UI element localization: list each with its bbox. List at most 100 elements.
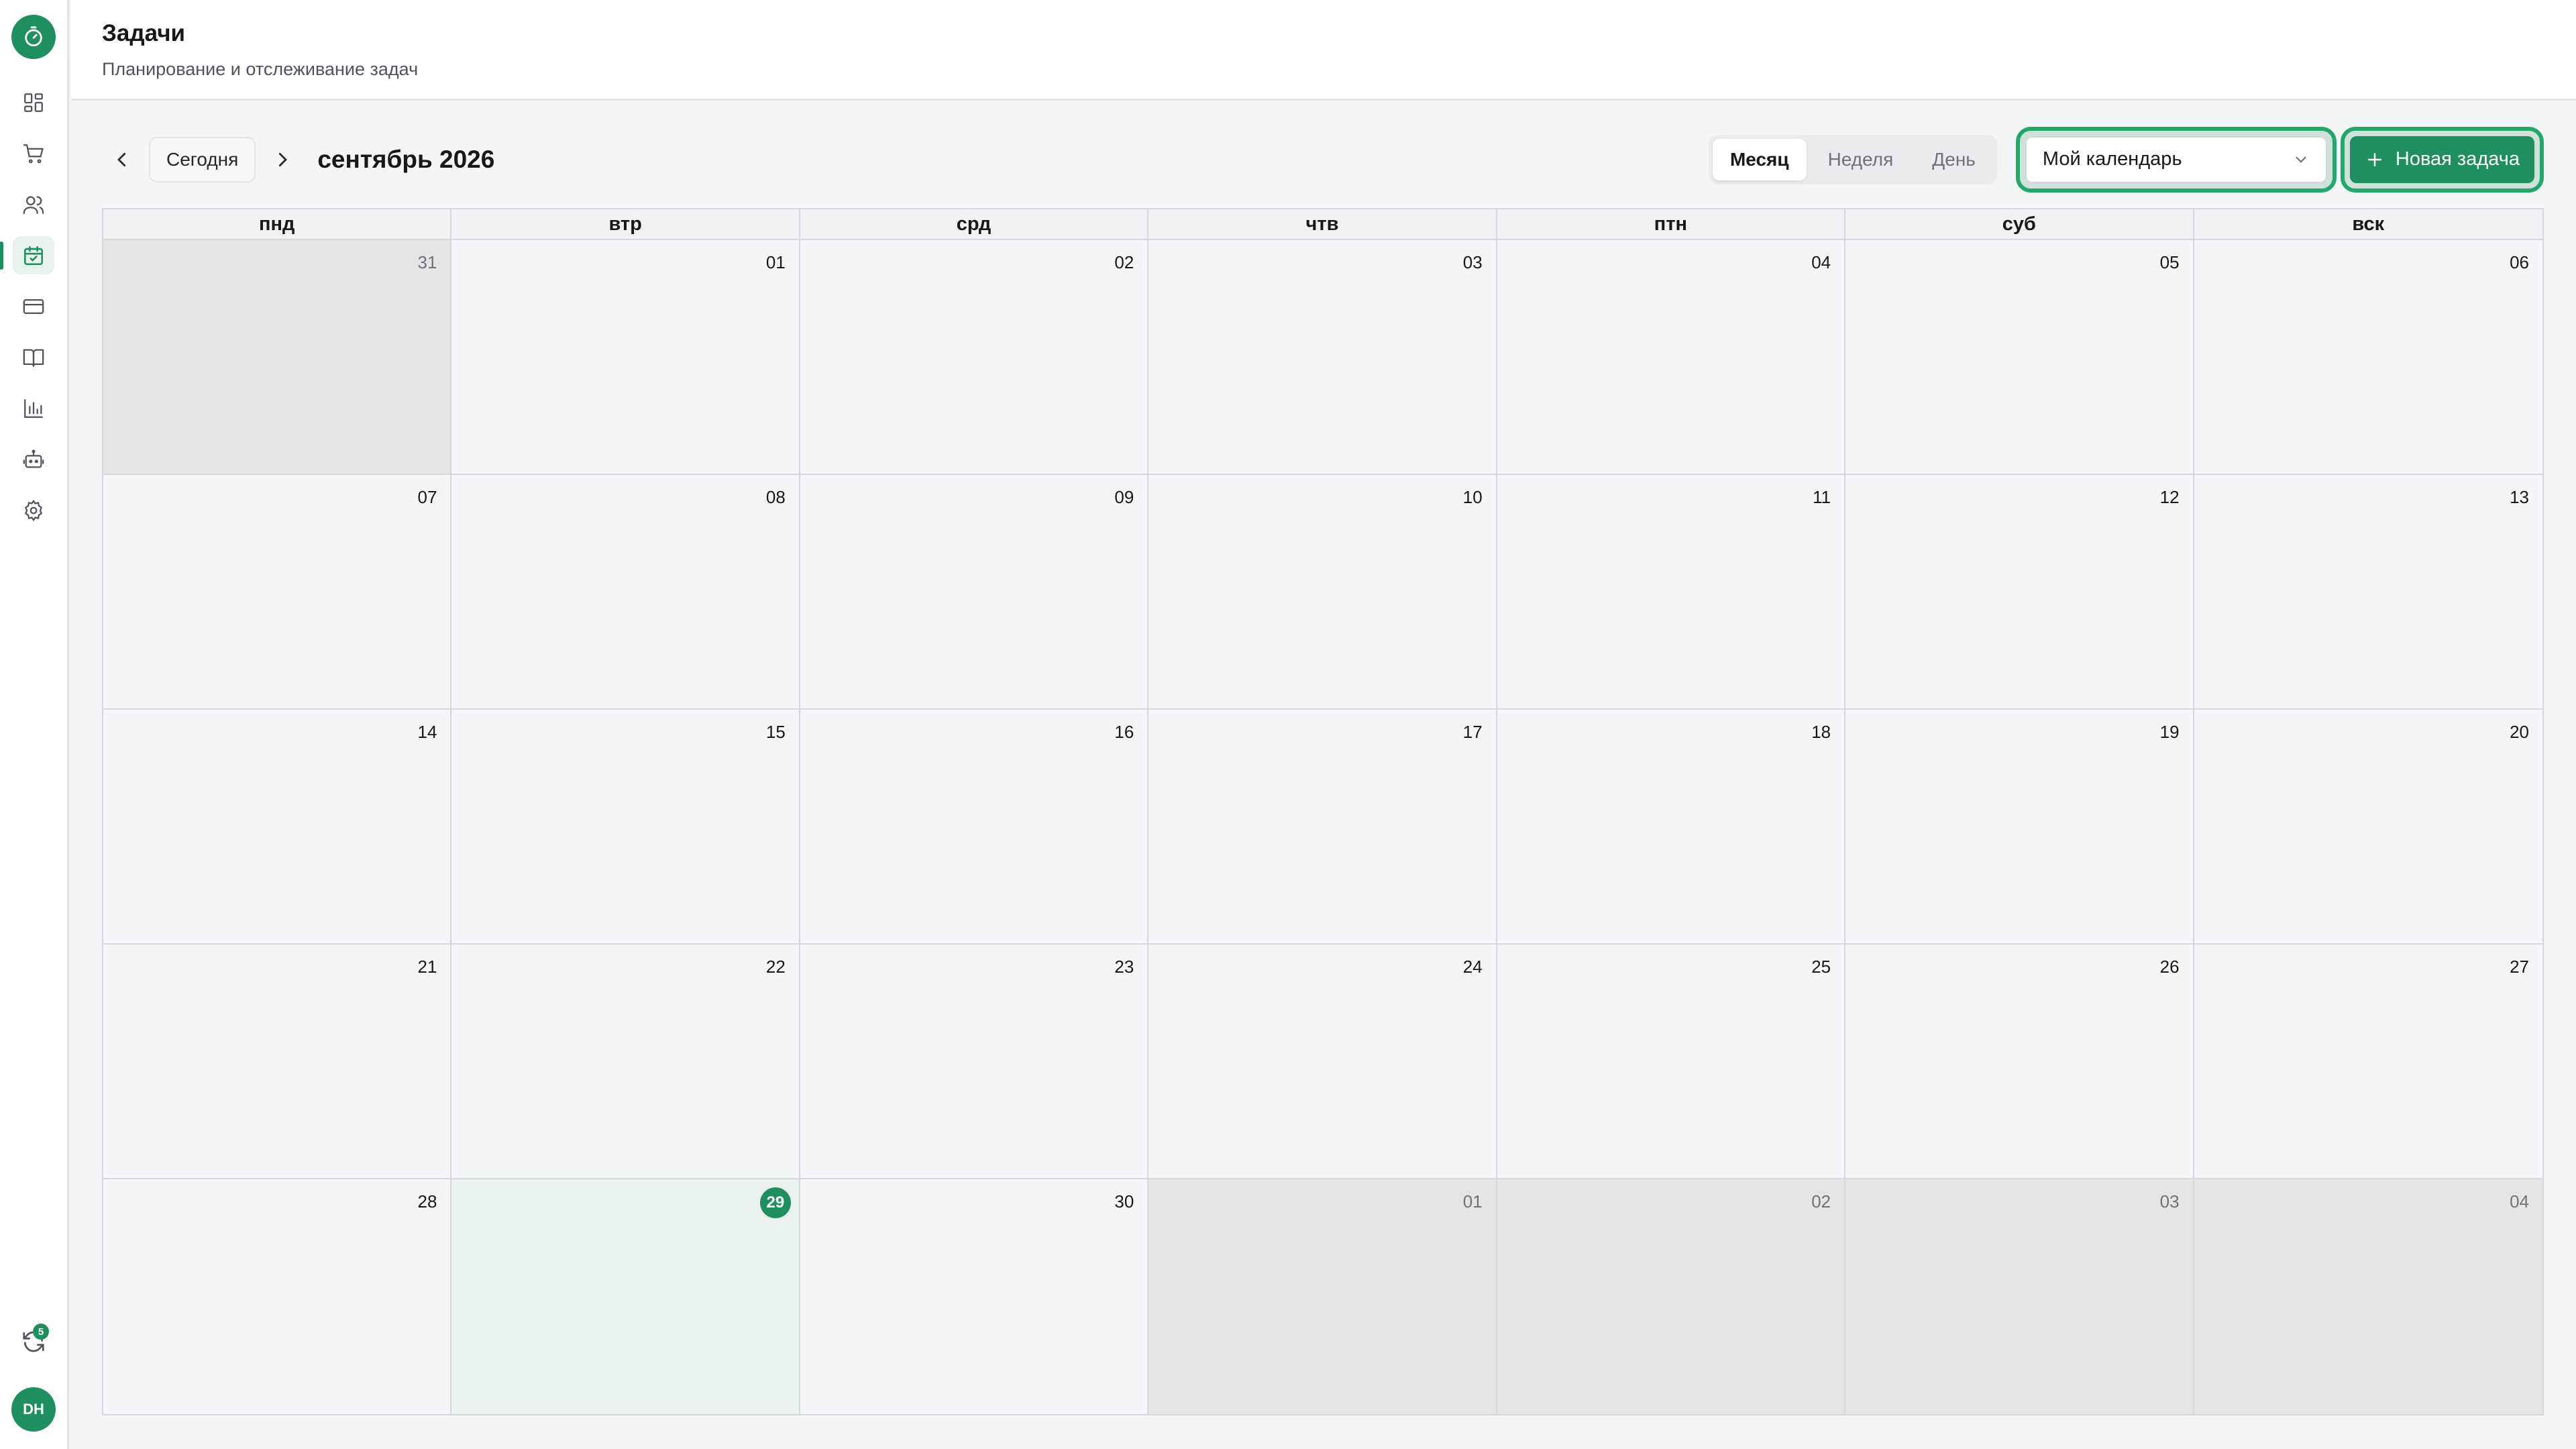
dashboard-icon	[24, 93, 43, 112]
day-number: 01	[765, 252, 786, 272]
day-number: 28	[417, 1191, 437, 1212]
day-number: 18	[1811, 722, 1831, 742]
avatar[interactable]: DH	[11, 1387, 56, 1432]
sync-badge: 5	[33, 1324, 49, 1340]
current-month-label: сентябрь 2026	[317, 145, 495, 173]
weekday-label: вск	[2352, 213, 2385, 235]
day-cell[interactable]: 02	[800, 240, 1149, 475]
day-cell[interactable]: 12	[1845, 475, 2194, 710]
weekday-label: чтв	[1148, 209, 1497, 239]
sidebar-item-bots[interactable]	[13, 440, 54, 478]
day-number: 24	[1462, 957, 1483, 977]
day-number: 04	[2510, 1191, 2529, 1212]
day-number: 16	[1114, 722, 1134, 742]
day-cell[interactable]: 01	[1148, 1179, 1497, 1414]
day-number: 17	[1462, 722, 1483, 742]
plus-icon	[2367, 152, 2381, 166]
day-number: 02	[1811, 1191, 1831, 1212]
tab-month[interactable]: Месяц	[1712, 138, 1807, 180]
day-cell[interactable]: 15	[451, 710, 800, 945]
sidebar-item-analytics[interactable]	[13, 389, 54, 427]
sidebar-item-dashboard[interactable]	[13, 83, 54, 121]
day-number: 13	[2510, 487, 2529, 507]
day-cell-today[interactable]: 29	[451, 1179, 800, 1414]
day-number: 03	[2159, 1191, 2180, 1212]
day-cell[interactable]: 14	[103, 710, 452, 945]
today-button[interactable]: Сегодня	[149, 136, 256, 182]
day-cell[interactable]: 24	[1148, 945, 1497, 1179]
cart-icon	[23, 144, 44, 163]
day-cell[interactable]: 21	[103, 945, 452, 1179]
day-cell[interactable]: 27	[2194, 945, 2542, 1179]
sidebar-item-users[interactable]	[13, 185, 54, 223]
sidebar-item-orders[interactable]	[13, 134, 54, 172]
day-number: 12	[2159, 487, 2180, 507]
calendar-select[interactable]: Мой календарь	[2025, 136, 2327, 183]
day-cell[interactable]: 17	[1148, 710, 1497, 945]
day-number: 14	[417, 722, 437, 742]
day-cell[interactable]: 31	[103, 240, 452, 475]
prev-month-button[interactable]	[102, 140, 142, 180]
next-month-button[interactable]	[262, 140, 303, 180]
day-cell[interactable]: 03	[1148, 240, 1497, 475]
sidebar-item-payments[interactable]	[13, 287, 54, 325]
day-cell[interactable]: 28	[103, 1179, 452, 1414]
weekday-label: пнд	[103, 209, 452, 239]
day-number: 19	[2159, 722, 2180, 742]
day-number: 26	[2159, 957, 2180, 977]
day-cell[interactable]: 08	[451, 475, 800, 710]
day-number: 03	[1462, 252, 1483, 272]
day-cell[interactable]: 18	[1497, 710, 1846, 945]
weekday-header: пнд втр срд чтв птн суб вск	[103, 209, 2542, 240]
day-number: 06	[2510, 252, 2529, 272]
day-cell[interactable]: 30	[800, 1179, 1149, 1414]
day-number: 11	[1813, 487, 1831, 507]
sync-button[interactable]: 5	[13, 1322, 54, 1360]
day-number: 30	[1114, 1191, 1134, 1212]
day-number: 08	[765, 487, 786, 507]
chevron-down-icon	[2296, 156, 2306, 163]
calendar-select-highlight: Мой календарь	[2015, 126, 2337, 193]
card-icon	[23, 299, 44, 314]
chevron-right-icon	[279, 152, 288, 166]
new-task-button[interactable]: Новая задача	[2349, 136, 2534, 183]
day-grid: 31 01 02 03 04 05 06 07 08 09 10 11 12 13 14 15 16 17 18 19…	[103, 240, 2542, 1414]
page-title: Задачи	[102, 20, 186, 46]
day-cell[interactable]: 01	[451, 240, 800, 475]
day-cell[interactable]: 09	[800, 475, 1149, 710]
view-switcher: Месяц Неделя День	[1708, 134, 1997, 184]
day-cell[interactable]: 23	[800, 945, 1149, 1179]
day-cell[interactable]: 19	[1845, 710, 2194, 945]
day-cell[interactable]: 20	[2194, 710, 2542, 945]
day-cell[interactable]: 06	[2194, 240, 2542, 475]
day-cell[interactable]: 13	[2194, 475, 2542, 710]
tab-day[interactable]: День	[1915, 139, 1993, 180]
book-icon	[23, 349, 44, 367]
day-cell[interactable]: 05	[1845, 240, 2194, 475]
month-calendar: пнд втр срд чтв птн суб вск 31 01 02 03 04 05…	[102, 208, 2544, 1415]
weekday-label: втр	[451, 209, 800, 239]
day-number: 29	[759, 1187, 791, 1218]
day-number: 20	[2510, 722, 2529, 742]
day-cell[interactable]: 25	[1497, 945, 1846, 1179]
day-number: 22	[765, 957, 786, 977]
day-cell[interactable]: 07	[103, 475, 452, 710]
sidebar-item-settings[interactable]	[13, 491, 54, 529]
day-cell[interactable]: 11	[1497, 475, 1846, 710]
day-cell[interactable]: 04	[1497, 240, 1846, 475]
day-number: 09	[1114, 487, 1134, 507]
day-cell[interactable]: 26	[1845, 945, 2194, 1179]
tab-week[interactable]: Неделя	[1811, 139, 1911, 180]
page-subtitle: Планирование и отслеживание задач	[102, 59, 419, 79]
day-cell[interactable]: 02	[1497, 1179, 1846, 1414]
day-number: 15	[765, 722, 786, 742]
day-number: 10	[1462, 487, 1483, 507]
day-cell[interactable]: 10	[1148, 475, 1497, 710]
day-cell[interactable]: 22	[451, 945, 800, 1179]
day-cell[interactable]: 16	[800, 710, 1149, 945]
sidebar-item-tasks[interactable]	[0, 236, 54, 274]
day-cell[interactable]: 03	[1845, 1179, 2194, 1414]
sidebar-item-knowledge[interactable]	[13, 338, 54, 376]
timer-logo[interactable]	[11, 15, 56, 59]
day-cell[interactable]: 04	[2194, 1179, 2542, 1414]
